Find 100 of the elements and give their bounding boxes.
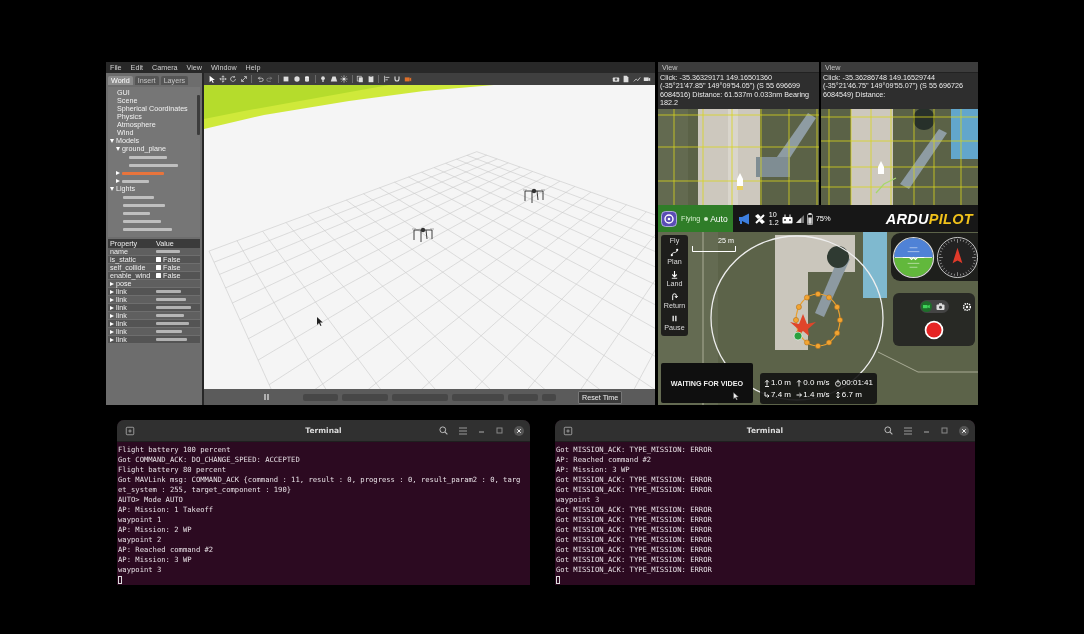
video-camera-icon[interactable] — [920, 301, 932, 312]
illegible-value — [156, 250, 180, 253]
quadcopter — [522, 188, 546, 204]
illegible-label[interactable] — [129, 163, 178, 167]
align-icon[interactable] — [382, 75, 391, 83]
bent-arrow-icon — [764, 390, 770, 399]
vehicle-marker — [737, 173, 743, 190]
record-button[interactable] — [924, 320, 944, 340]
status-dot-icon — [704, 216, 709, 221]
illegible-label[interactable] — [123, 219, 161, 223]
document-icon[interactable] — [622, 75, 630, 83]
illegible-label[interactable] — [123, 195, 154, 199]
video-camera-icon[interactable] — [643, 75, 651, 83]
new-tab-icon[interactable] — [125, 425, 135, 436]
cursor-arrow-icon[interactable] — [208, 75, 216, 83]
checkbox[interactable] — [156, 273, 161, 278]
vehicle-status-icon[interactable] — [661, 210, 677, 227]
camera-mode-toggle[interactable] — [919, 300, 949, 313]
text-cursor-icon — [556, 576, 560, 584]
expand-arrow-icon[interactable] — [110, 139, 114, 143]
illegible-value — [156, 298, 186, 301]
menu-icon[interactable] — [459, 426, 467, 435]
waypoint-marker[interactable] — [815, 291, 821, 297]
megaphone-icon[interactable] — [737, 212, 751, 225]
checkbox[interactable] — [156, 257, 161, 262]
u-turn-arrow-icon — [670, 292, 679, 301]
menu-icon[interactable] — [904, 426, 912, 435]
telemetry-value: 7.4 m — [771, 390, 791, 399]
signal-bars-icon[interactable] — [795, 214, 804, 223]
waypoint-marker[interactable] — [804, 294, 810, 301]
four-way-arrow-icon[interactable] — [218, 75, 227, 83]
video-camera-icon[interactable] — [403, 75, 412, 83]
spotlight-icon[interactable] — [329, 75, 338, 83]
illegible-label[interactable] — [123, 203, 165, 207]
illegible-label[interactable] — [123, 211, 150, 215]
waypoint-marker[interactable] — [793, 317, 799, 323]
waypoint-marker[interactable] — [826, 339, 832, 346]
new-tab-icon[interactable] — [563, 425, 573, 436]
maximize-icon[interactable] — [496, 427, 503, 434]
mouse-pointer-icon — [733, 392, 739, 400]
resize-arrow-icon[interactable] — [239, 75, 248, 83]
remote-control-icon[interactable] — [781, 213, 793, 224]
close-icon[interactable] — [514, 425, 524, 436]
waypoint-marker[interactable] — [834, 330, 840, 336]
telemetry-value: 1.4 m/s — [803, 390, 830, 399]
flight-mode[interactable]: Auto — [710, 213, 728, 224]
light-bulb-icon[interactable] — [319, 75, 327, 83]
illegible-label[interactable] — [129, 155, 167, 159]
copy-icon[interactable] — [356, 75, 364, 83]
search-icon[interactable] — [439, 426, 448, 435]
illegible-label[interactable] — [123, 227, 172, 231]
rotate-arrow-icon[interactable] — [229, 75, 237, 83]
waypoint-marker[interactable] — [837, 317, 843, 323]
scrollbar-thumb[interactable] — [197, 95, 200, 135]
telemetry-value: 6.7 m — [841, 390, 862, 399]
line-chart-icon[interactable] — [632, 75, 641, 83]
maximize-icon[interactable] — [941, 427, 948, 434]
mission-path — [795, 293, 841, 347]
waypoint-marker[interactable] — [834, 304, 840, 310]
magnet-icon[interactable] — [393, 75, 401, 83]
illegible-value — [156, 330, 182, 333]
pause-icon[interactable] — [264, 394, 269, 400]
pause-icon — [670, 314, 679, 323]
sphere-icon[interactable] — [292, 75, 301, 83]
waypoint-marker[interactable] — [815, 343, 821, 349]
scale-bar — [692, 246, 736, 252]
quadcopter — [411, 227, 435, 243]
paste-icon[interactable] — [366, 75, 375, 83]
ardupilot-logo: ARDUPILOT — [885, 210, 973, 227]
illegible-value — [156, 306, 191, 309]
settings-icon[interactable] — [963, 302, 971, 311]
expand-arrow-icon[interactable] — [110, 337, 114, 342]
expand-arrow-icon[interactable] — [116, 171, 120, 175]
cylinder-icon[interactable] — [303, 75, 311, 83]
waypoint-marker[interactable] — [804, 339, 810, 346]
waypoint-marker[interactable] — [826, 294, 832, 301]
waypoint-marker[interactable] — [796, 304, 802, 310]
drone-marker[interactable] — [790, 314, 816, 336]
satellite-icon[interactable] — [753, 212, 766, 225]
undo-icon[interactable] — [255, 75, 264, 83]
expand-arrow-icon[interactable] — [116, 147, 120, 151]
route-icon — [670, 248, 679, 257]
flight-trail — [875, 177, 897, 194]
sun-icon[interactable] — [340, 75, 348, 83]
telemetry-value: 0.0 m/s — [803, 378, 830, 387]
cube-icon[interactable] — [282, 75, 290, 83]
search-icon[interactable] — [884, 426, 893, 435]
battery-icon[interactable] — [806, 212, 813, 225]
building-roof — [863, 232, 887, 298]
stopwatch-icon — [834, 378, 841, 387]
close-icon[interactable] — [959, 425, 969, 436]
camera-icon[interactable] — [611, 75, 620, 83]
illegible-value — [156, 290, 181, 293]
expand-arrow-icon[interactable] — [110, 187, 114, 191]
home-marker[interactable] — [793, 331, 803, 341]
vehicle-marker — [878, 161, 884, 174]
expand-arrow-icon[interactable] — [116, 179, 120, 183]
checkbox[interactable] — [156, 265, 161, 270]
illegible-label[interactable] — [122, 179, 149, 183]
camera-icon[interactable] — [934, 301, 946, 312]
